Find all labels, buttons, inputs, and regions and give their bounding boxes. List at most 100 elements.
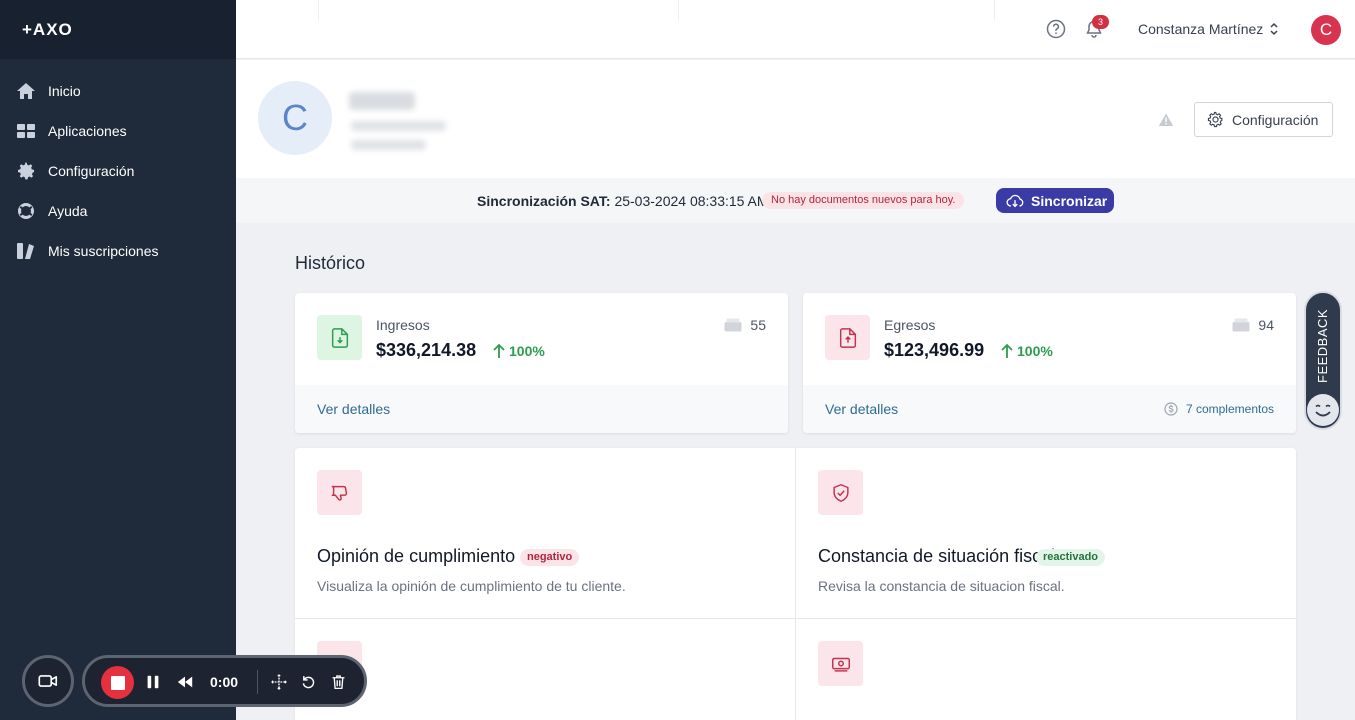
- card-footer: Ver detalles: [295, 385, 788, 433]
- compliance-opinion-tile[interactable]: Opinión de cumplimiento negativo Visuali…: [295, 448, 795, 618]
- card-count: 94: [1232, 317, 1274, 333]
- complementos-label: 7 complementos: [1185, 402, 1274, 416]
- sync-button-label: Sincronizar: [1031, 192, 1108, 209]
- card-count: 55: [724, 317, 766, 333]
- trash-icon[interactable]: [328, 672, 348, 692]
- sync-datetime: 25-03-2024 08:33:15 AM: [614, 193, 769, 209]
- smiley-icon: [1307, 394, 1339, 426]
- dollar-circle-icon: [1164, 402, 1178, 416]
- sync-button[interactable]: Sincronizar: [996, 188, 1114, 213]
- card-label: Ingresos: [376, 317, 430, 333]
- sidebar-item-inicio[interactable]: Inicio: [0, 71, 236, 111]
- divider: [257, 670, 258, 694]
- tile-title: Opinión de cumplimiento: [317, 546, 516, 566]
- recording-toolbar: 0:00: [82, 655, 367, 707]
- card-amount: $336,214.38: [376, 340, 477, 360]
- sidebar: +AXO Inicio Aplicaciones Configuración A…: [0, 0, 236, 720]
- thumbs-down-icon: [317, 470, 362, 515]
- video-camera-icon: [38, 675, 58, 687]
- cloud-download-icon: [1006, 194, 1024, 207]
- feedback-label: FEEDBACK: [1315, 308, 1330, 383]
- stop-recording-button[interactable]: [101, 666, 134, 699]
- divider: [678, 0, 679, 20]
- sidebar-item-label: Inicio: [48, 83, 81, 99]
- service-tile[interactable]: [295, 619, 795, 720]
- services-grid: Opinión de cumplimiento negativo Visuali…: [295, 448, 1296, 720]
- client-profile-header: C Configuración: [236, 60, 1355, 178]
- subscriptions-icon: [16, 241, 36, 261]
- card-amount: $123,496.99: [884, 340, 985, 360]
- sidebar-item-aplicaciones[interactable]: Aplicaciones: [0, 111, 236, 151]
- tile-description: Visualiza la opinión de cumplimiento de …: [317, 578, 626, 594]
- configuration-button-label: Configuración: [1232, 111, 1319, 128]
- card-count-value: 94: [1258, 317, 1274, 333]
- sidebar-nav: Inicio Aplicaciones Configuración Ayuda …: [0, 59, 236, 271]
- arrow-up-icon: [493, 343, 505, 358]
- sidebar-item-configuracion[interactable]: Configuración: [0, 151, 236, 191]
- arrow-up-icon: [1001, 343, 1013, 358]
- fiscal-status-tile[interactable]: Constancia de situación fiscal reactivad…: [796, 448, 1296, 618]
- help-icon[interactable]: [1046, 19, 1066, 39]
- card-label: Egresos: [884, 317, 936, 333]
- client-name-redacted: [349, 92, 415, 110]
- money-icon: [818, 641, 863, 686]
- card-percentage-value: 100%: [509, 343, 545, 359]
- move-icon[interactable]: [269, 672, 289, 692]
- tile-description: Revisa la constancia de situacion fiscal…: [818, 578, 1065, 594]
- card-footer: Ver detalles 7 complementos: [803, 385, 1296, 433]
- client-detail-redacted: [351, 121, 446, 131]
- sidebar-item-label: Mis suscripciones: [48, 243, 159, 259]
- sidebar-item-ayuda[interactable]: Ayuda: [0, 191, 236, 231]
- tray-icon: [1232, 318, 1250, 332]
- tile-title: Constancia de situación fiscal: [818, 546, 1056, 566]
- home-icon: [16, 81, 36, 101]
- section-title: Histórico: [295, 253, 366, 273]
- sidebar-item-label: Configuración: [48, 163, 135, 179]
- client-detail-redacted: [351, 140, 426, 150]
- user-name[interactable]: Constanza Martínez: [1138, 21, 1263, 37]
- card-percentage: 100%: [492, 343, 545, 359]
- app-logo[interactable]: +AXO: [22, 20, 73, 40]
- expenses-card: Egresos $123,496.99 100% 94 Ver detalles…: [803, 293, 1296, 433]
- warning-icon[interactable]: [1158, 112, 1174, 128]
- sidebar-item-label: Aplicaciones: [48, 123, 127, 139]
- file-upload-icon: [825, 315, 870, 360]
- notification-badge: 3: [1092, 15, 1109, 29]
- status-badge: reactivado: [1036, 549, 1106, 566]
- view-details-link[interactable]: Ver detalles: [825, 401, 898, 417]
- income-card: Ingresos $336,214.38 100% 55 Ver detalle…: [295, 293, 788, 433]
- sync-status-text: Sincronización SAT: 25-03-2024 08:33:15 …: [477, 193, 769, 209]
- card-percentage: 100%: [1000, 343, 1053, 359]
- sidebar-item-suscripciones[interactable]: Mis suscripciones: [0, 231, 236, 271]
- configuration-button[interactable]: Configuración: [1194, 102, 1333, 137]
- stop-icon: [110, 675, 125, 690]
- camera-toggle-button[interactable]: [22, 655, 74, 707]
- sync-status-pill: No hay documentos nuevos para hoy.: [762, 192, 965, 209]
- sidebar-item-label: Ayuda: [48, 203, 88, 219]
- gear-icon: [16, 161, 36, 181]
- service-tile[interactable]: [796, 619, 1296, 720]
- rewind-icon[interactable]: [175, 672, 195, 692]
- tray-icon: [724, 318, 742, 332]
- sort-chevron-icon[interactable]: [1268, 22, 1280, 36]
- shield-check-icon: [818, 470, 863, 515]
- divider: [994, 0, 995, 20]
- sync-label: Sincronización SAT:: [477, 193, 611, 209]
- card-count-value: 55: [750, 317, 766, 333]
- gear-icon: [1207, 111, 1223, 128]
- recording-timer: 0:00: [210, 674, 239, 690]
- status-badge: negativo: [520, 549, 580, 566]
- card-percentage-value: 100%: [1017, 343, 1053, 359]
- feedback-tab[interactable]: FEEDBACK: [1304, 291, 1342, 430]
- complementos-info[interactable]: 7 complementos: [1164, 402, 1274, 416]
- sync-bar: Sincronización SAT: 25-03-2024 08:33:15 …: [236, 178, 1355, 223]
- divider: [318, 0, 319, 20]
- pause-icon[interactable]: [143, 672, 163, 692]
- user-avatar[interactable]: C: [1311, 15, 1341, 45]
- restart-icon[interactable]: [298, 672, 318, 692]
- file-download-icon: [317, 315, 362, 360]
- view-details-link[interactable]: Ver detalles: [317, 401, 390, 417]
- apps-icon: [16, 121, 36, 141]
- top-bar: 3 Constanza Martínez C: [236, 0, 1355, 59]
- client-avatar: C: [258, 81, 332, 155]
